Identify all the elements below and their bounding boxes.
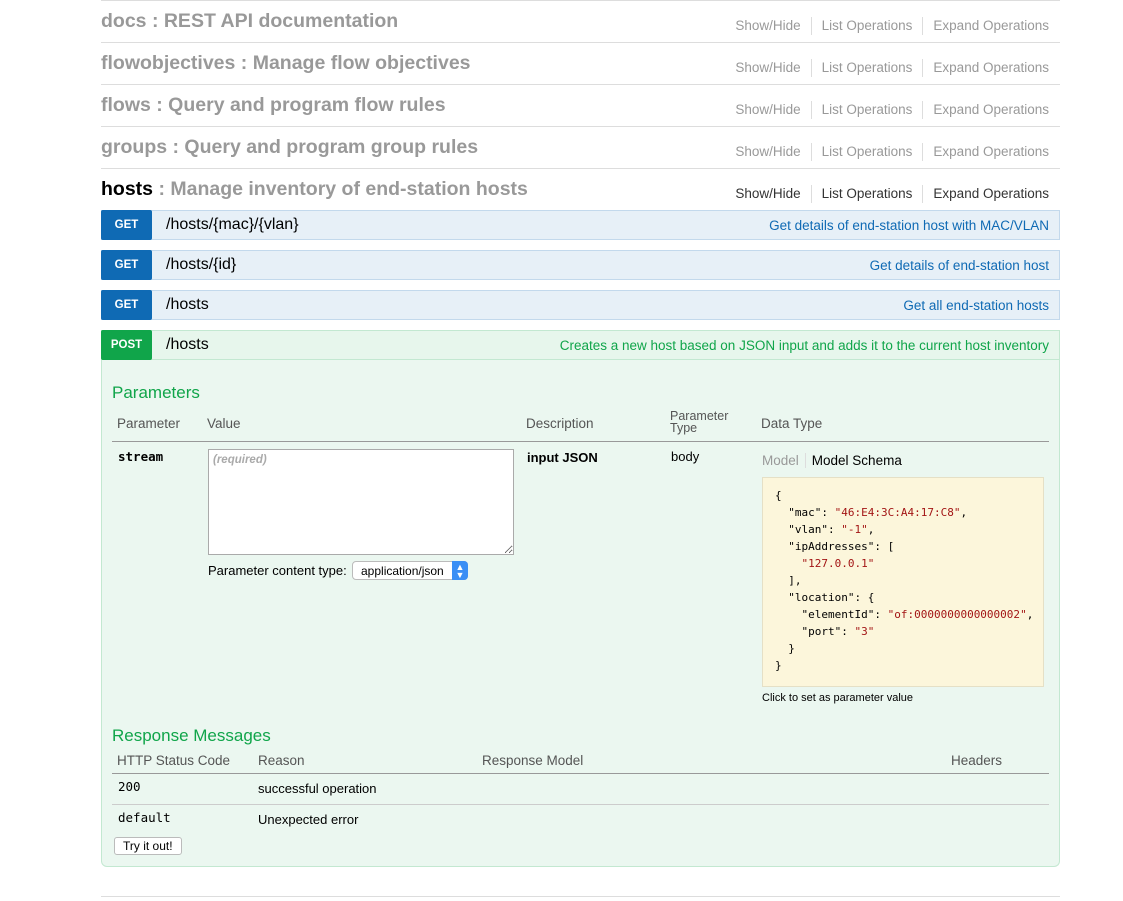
endpoint-path[interactable]: /hosts [166,336,209,354]
list-operations-link[interactable]: List Operations [810,185,923,203]
bottom-divider [101,896,1060,897]
response-table-divider [112,773,1049,774]
resource-description: : Query and program flow rules [156,94,446,116]
resource-ops: Show/Hide List Operations Expand Operati… [735,17,1049,35]
endpoint-get-host-id[interactable]: GET /hosts/{id} Get details of end-stati… [101,250,1060,280]
endpoint-get-host-mac-vlan[interactable]: GET /hosts/{mac}/{vlan} Get details of e… [101,210,1060,240]
content-type-select[interactable]: application/json ▲ ▼ [352,561,468,580]
response-messages-title: Response Messages [112,726,271,745]
resource-name[interactable]: flowobjectives [101,52,235,74]
expand-operations-link[interactable]: Expand Operations [922,101,1049,119]
response-code: 200 [118,779,141,794]
th-description: Description [526,416,594,431]
resource-description: : Manage inventory of end-station hosts [158,178,528,200]
schema-element-id: "of:0000000000000002" [887,608,1027,621]
resource-flows: flows : Query and program flow rules Sho… [101,84,1060,126]
response-reason: Unexpected error [258,812,359,827]
endpoint-get-hosts[interactable]: GET /hosts Get all end-station hosts [101,290,1060,320]
resource-groups: groups : Query and program group rules S… [101,126,1060,168]
endpoint-summary[interactable]: Creates a new host based on JSON input a… [560,338,1049,353]
model-tabs: Model Model Schema [762,453,908,468]
param-description: input JSON [527,450,598,465]
th-parameter: Parameter [117,416,181,431]
stream-value-textarea[interactable] [208,449,514,555]
show-hide-link[interactable]: Show/Hide [735,185,810,203]
operation-content: Parameters Parameter Value Description P… [101,360,1060,867]
param-name: stream [118,449,164,464]
table-divider [112,441,1049,442]
response-row-divider [112,804,1049,805]
click-hint: Click to set as parameter value [762,692,914,704]
endpoint-path[interactable]: /hosts [166,296,209,314]
parameters-title: Parameters [112,383,200,402]
resource-hosts: hosts : Manage inventory of end-station … [101,168,1060,210]
content-type-label: Parameter content type: [208,563,347,578]
list-operations-link[interactable]: List Operations [810,101,923,119]
th-reason: Reason [258,753,305,768]
resource-description: : Manage flow objectives [240,52,471,74]
endpoint-post-hosts[interactable]: POST /hosts Creates a new host based on … [101,330,1060,360]
resource-heading[interactable]: flows : Query and program flow rules [101,94,446,117]
show-hide-link[interactable]: Show/Hide [735,101,810,119]
th-parameter-type: Parameter Type [670,410,728,435]
list-operations-link[interactable]: List Operations [810,17,923,35]
resource-heading[interactable]: flowobjectives : Manage flow objectives [101,52,471,75]
method-badge-get[interactable]: GET [101,290,152,320]
show-hide-link[interactable]: Show/Hide [735,17,810,35]
tab-model[interactable]: Model [762,453,806,468]
expand-operations-link[interactable]: Expand Operations [922,17,1049,35]
endpoint-summary[interactable]: Get details of end-station host [870,258,1049,273]
resource-name[interactable]: flows [101,94,151,116]
resource-heading[interactable]: hosts : Manage inventory of end-station … [101,178,528,201]
expand-operations-link[interactable]: Expand Operations [922,59,1049,77]
resource-flowobjectives: flowobjectives : Manage flow objectives … [101,42,1060,84]
model-schema-box[interactable]: { "mac": "46:E4:3C:A4:17:C8", "vlan": "-… [762,477,1044,687]
th-data-type: Data Type [761,416,823,431]
method-badge-get[interactable]: GET [101,210,152,240]
try-it-out-button[interactable]: Try it out! [114,837,182,855]
th-response-model: Response Model [482,753,584,768]
select-arrows-icon: ▲ ▼ [452,561,468,580]
tab-model-schema[interactable]: Model Schema [806,453,908,468]
resource-ops: Show/Hide List Operations Expand Operati… [735,101,1049,119]
param-type: body [671,449,700,464]
resource-ops: Show/Hide List Operations Expand Operati… [735,185,1049,203]
endpoint-path[interactable]: /hosts/{id} [166,256,236,274]
expand-operations-link[interactable]: Expand Operations [922,185,1049,203]
endpoint-summary[interactable]: Get details of end-station host with MAC… [769,218,1049,233]
th-value: Value [207,416,241,431]
resource-name[interactable]: docs [101,10,147,32]
resource-ops: Show/Hide List Operations Expand Operati… [735,59,1049,77]
schema-vlan: "-1" [841,523,868,536]
schema-port: "3" [854,625,875,638]
content-type-value: application/json [361,564,444,578]
show-hide-link[interactable]: Show/Hide [735,59,810,77]
resource-docs: docs : REST API documentation Show/Hide … [101,0,1060,42]
resource-description: : REST API documentation [151,10,399,32]
expand-operations-link[interactable]: Expand Operations [922,143,1049,161]
show-hide-link[interactable]: Show/Hide [735,143,810,161]
response-reason: successful operation [258,781,377,796]
resource-heading[interactable]: groups : Query and program group rules [101,136,478,159]
schema-mac: "46:E4:3C:A4:17:C8" [834,506,961,519]
th-status-code: HTTP Status Code [117,753,231,768]
method-badge-post[interactable]: POST [101,330,152,360]
method-badge-get[interactable]: GET [101,250,152,280]
resource-ops: Show/Hide List Operations Expand Operati… [735,143,1049,161]
th-parameter-type-line2: Type [670,421,698,435]
schema-ip: "127.0.0.1" [801,557,875,570]
resource-description: : Query and program group rules [172,136,479,158]
response-code: default [118,810,171,825]
resource-name[interactable]: hosts [101,178,153,200]
resource-name[interactable]: groups [101,136,167,158]
api-docs-container: docs : REST API documentation Show/Hide … [101,0,1060,867]
endpoint-summary[interactable]: Get all end-station hosts [903,298,1049,313]
list-operations-link[interactable]: List Operations [810,143,923,161]
list-operations-link[interactable]: List Operations [810,59,923,77]
resource-heading[interactable]: docs : REST API documentation [101,10,398,33]
th-headers: Headers [951,753,1003,768]
endpoint-path[interactable]: /hosts/{mac}/{vlan} [166,216,299,234]
